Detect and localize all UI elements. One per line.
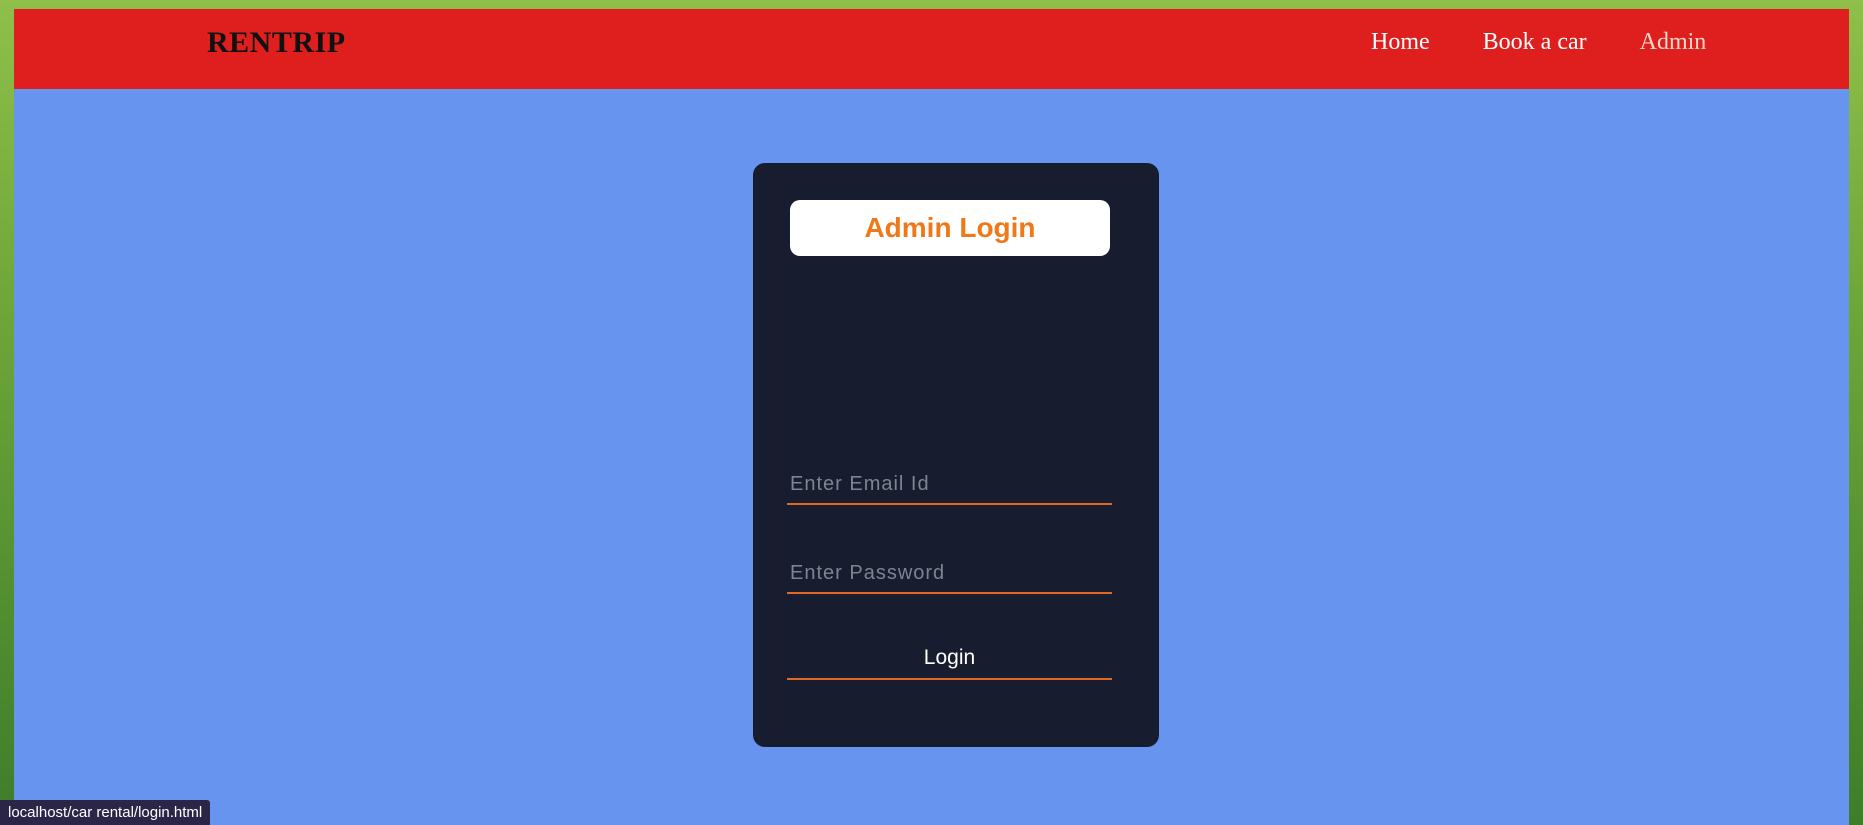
brand-logo[interactable]: RENTRIP — [207, 26, 346, 60]
nav-link-book-a-car[interactable]: Book a car — [1483, 29, 1587, 56]
top-navbar: RENTRIP Home Book a car Admin — [14, 9, 1849, 89]
login-title: Admin Login — [864, 212, 1036, 243]
link-status-bar: localhost/car rental/login.html — [0, 800, 211, 825]
admin-login-card: Admin Login Login — [753, 163, 1159, 747]
browser-viewport: RENTRIP Home Book a car Admin Admin Logi… — [14, 9, 1849, 825]
nav-links: Home Book a car Admin — [1371, 29, 1706, 56]
nav-link-admin[interactable]: Admin — [1640, 29, 1707, 56]
password-field[interactable] — [787, 554, 1112, 594]
nav-link-home[interactable]: Home — [1371, 29, 1430, 56]
login-button[interactable]: Login — [787, 638, 1112, 680]
login-title-box: Admin Login — [790, 200, 1110, 256]
email-field[interactable] — [787, 465, 1112, 505]
